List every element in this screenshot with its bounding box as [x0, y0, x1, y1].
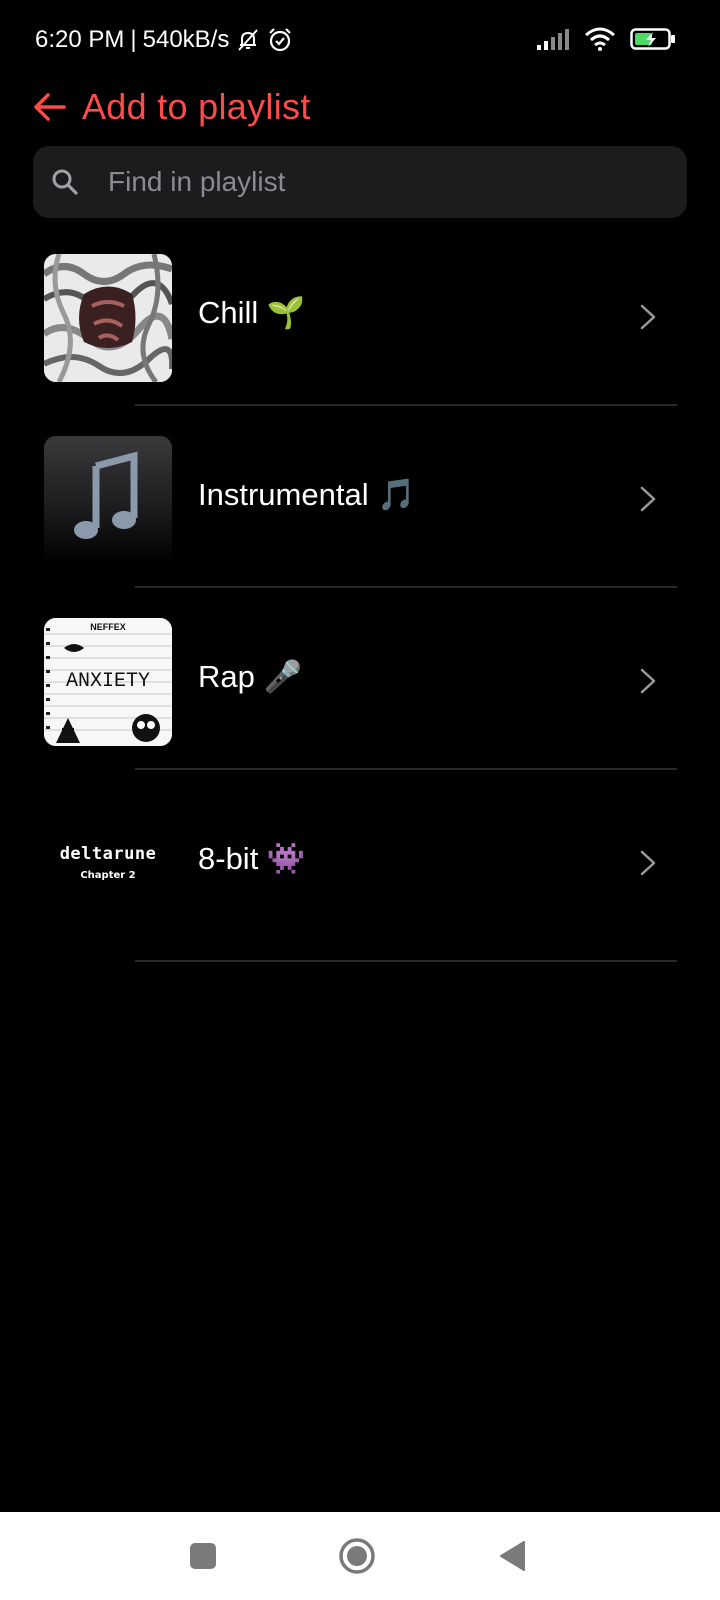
cover-title: ANXIETY — [66, 670, 150, 693]
signal-icon — [537, 29, 569, 50]
back-arrow-icon[interactable] — [32, 89, 68, 125]
search-input[interactable] — [108, 160, 668, 204]
chill-cover-image — [44, 254, 172, 382]
playlist-name: Chill 🌱 — [198, 295, 306, 330]
playlist-item-rap[interactable]: NEFFEX ANXIETY Rap 🎤 — [0, 592, 720, 774]
cover-title: deltarune — [59, 844, 157, 864]
chevron-right-icon — [640, 486, 656, 512]
status-time: 6:20 PM — [35, 26, 125, 53]
muted-bell-icon — [238, 29, 259, 51]
playlist-item-8-bit[interactable]: deltarune Chapter 2 8-bit 👾 — [0, 774, 720, 956]
playlist-name: Rap 🎤 — [198, 659, 303, 694]
wifi-icon — [585, 27, 615, 51]
status-speed: 540kB/s — [142, 26, 230, 53]
home-circle-icon — [339, 1538, 375, 1574]
alarm-icon — [269, 28, 292, 52]
divider — [135, 404, 677, 406]
page-title: Add to playlist — [82, 86, 311, 127]
square-icon — [190, 1543, 216, 1569]
chevron-right-icon — [640, 850, 656, 876]
home-button[interactable] — [335, 1534, 379, 1578]
chevron-right-icon — [640, 668, 656, 694]
music-note-icon — [74, 451, 138, 539]
header: Add to playlist — [32, 86, 311, 128]
divider — [135, 586, 677, 588]
search-icon — [52, 169, 78, 195]
anxiety-cover-image: NEFFEX ANXIETY — [44, 618, 172, 746]
playlist-item-chill[interactable]: Chill 🌱 — [0, 228, 720, 410]
back-button[interactable] — [490, 1534, 534, 1578]
playlist-item-instrumental[interactable]: Instrumental 🎵 — [0, 410, 720, 592]
divider — [135, 960, 677, 962]
playlist-thumbnail: deltarune Chapter 2 — [44, 800, 172, 928]
status-right — [536, 26, 676, 52]
playlist-name: Instrumental 🎵 — [198, 477, 416, 512]
back-triangle-icon — [500, 1541, 525, 1571]
divider — [135, 768, 677, 770]
status-bar: 6:20 PM | 540kB/s — [0, 0, 720, 80]
playlist-thumbnail — [44, 436, 172, 564]
playlist-name: 8-bit 👾 — [198, 841, 306, 876]
system-nav-bar — [0, 1512, 720, 1600]
playlist-thumbnail: NEFFEX ANXIETY — [44, 618, 172, 746]
recents-button[interactable] — [181, 1534, 225, 1578]
search-bar[interactable] — [33, 146, 687, 218]
cover-artist: NEFFEX — [90, 622, 126, 632]
status-left: 6:20 PM | 540kB/s — [35, 26, 293, 54]
chevron-right-icon — [640, 304, 656, 330]
cover-subtitle: Chapter 2 — [80, 870, 136, 881]
battery-icon — [630, 28, 675, 50]
playlist-thumbnail — [44, 254, 172, 382]
status-separator: | — [130, 26, 137, 53]
